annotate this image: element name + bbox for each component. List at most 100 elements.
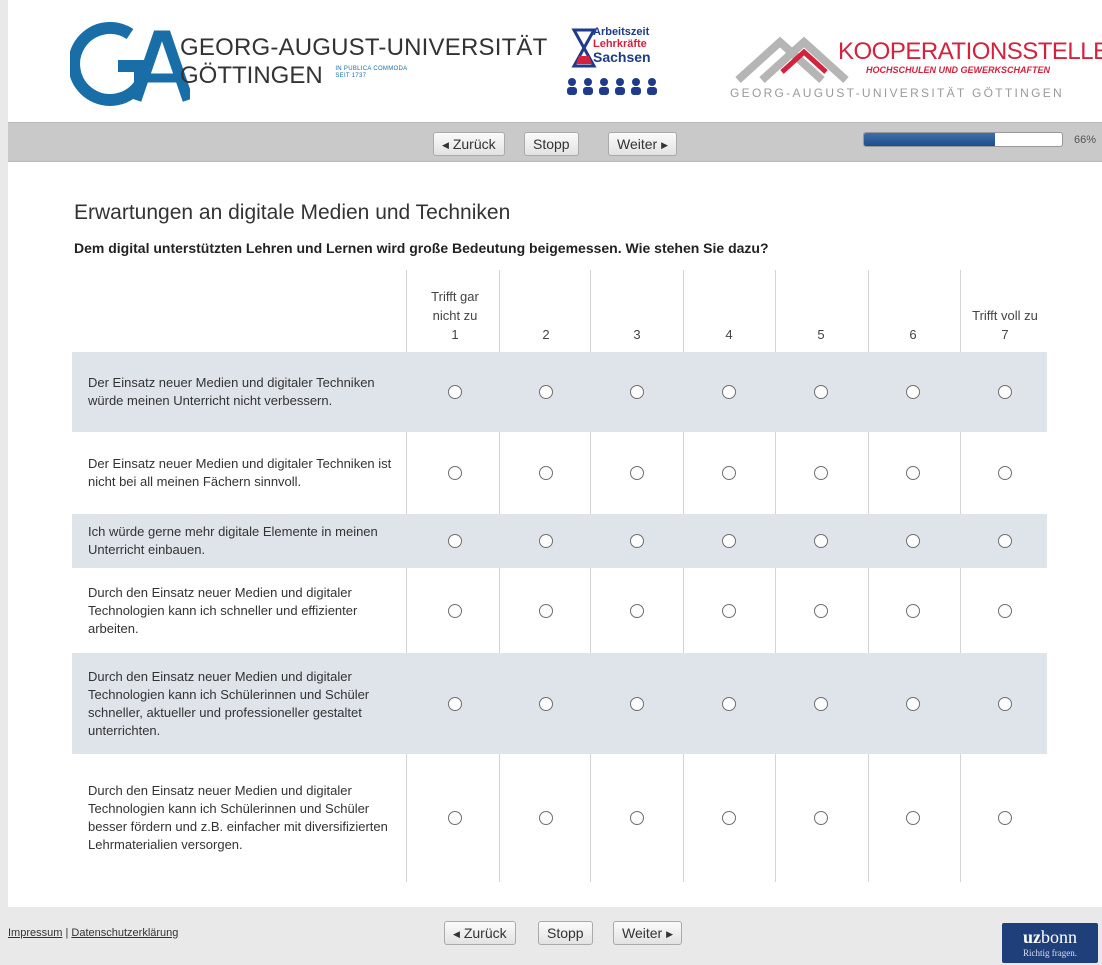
rating-radio-1[interactable]	[448, 466, 462, 480]
rating-radio-7[interactable]	[998, 811, 1012, 825]
scale-number: 4	[725, 327, 733, 342]
rating-radio-1[interactable]	[448, 696, 462, 711]
footer: Impressum | Datenschutzerklärung ◀ Zurüc…	[8, 907, 1102, 965]
rating-radio-5[interactable]	[814, 603, 828, 618]
rating-radio-4[interactable]	[722, 811, 736, 825]
rating-radio-6[interactable]	[906, 385, 920, 399]
rating-radio-3[interactable]	[630, 811, 644, 825]
university-motto: IN PUBLICA COMMODA SEIT 1737	[335, 66, 407, 80]
matrix-row: Durch den Einsatz neuer Medien und digit…	[72, 653, 1047, 754]
scale-low-label: Trifft gar nicht zu	[431, 289, 479, 323]
scale-header-5: 5	[775, 270, 867, 352]
footer-back-button-label: Zurück	[463, 925, 507, 941]
rating-radio-2[interactable]	[539, 811, 553, 825]
university-motto-line1: IN PUBLICA COMMODA	[335, 66, 408, 72]
university-name-line1: GEORG-AUGUST-UNIVERSITÄT	[180, 34, 548, 61]
rating-radio-3[interactable]	[630, 385, 644, 399]
triangle-right-icon: ▶	[666, 929, 674, 939]
rating-radio-7[interactable]	[998, 385, 1012, 399]
next-button-label: Weiter	[617, 136, 658, 152]
scale-number: 6	[909, 327, 917, 342]
header: GEORG-AUGUST-UNIVERSITÄT GÖTTINGEN IN PU…	[8, 0, 1102, 120]
progress-bar-fill	[864, 133, 995, 146]
scale-number: 7	[1001, 327, 1009, 342]
rating-radio-1[interactable]	[448, 385, 462, 399]
rating-radio-7[interactable]	[998, 696, 1012, 711]
rating-radio-4[interactable]	[722, 696, 736, 711]
matrix-row-label: Durch den Einsatz neuer Medien und digit…	[88, 783, 388, 852]
matrix-row-label: Durch den Einsatz neuer Medien und digit…	[88, 584, 358, 636]
scale-header-3: 3	[591, 270, 683, 352]
university-name: GEORG-AUGUST-UNIVERSITÄT GÖTTINGEN IN PU…	[180, 34, 548, 90]
rating-radio-6[interactable]	[906, 534, 920, 548]
rating-radio-6[interactable]	[906, 466, 920, 480]
scale-header-2: 2	[500, 270, 592, 352]
rating-radio-4[interactable]	[722, 534, 736, 548]
rating-radio-2[interactable]	[539, 603, 553, 618]
rating-radio-6[interactable]	[906, 603, 920, 618]
matrix-row: Durch den Einsatz neuer Medien und digit…	[72, 754, 1047, 882]
georg-august-logo	[70, 22, 190, 106]
triangle-left-icon: ◀	[442, 140, 449, 150]
impressum-link[interactable]: Impressum	[8, 927, 62, 939]
back-button[interactable]: ◀ Zurück	[433, 132, 505, 156]
rating-radio-1[interactable]	[448, 811, 462, 825]
triangle-left-icon: ◀	[453, 929, 460, 939]
uzbonn-logo-tagline: Richtig fragen.	[1023, 948, 1077, 958]
scale-number: 1	[451, 327, 459, 342]
scale-header-6: 6	[867, 270, 959, 352]
triangle-right-icon: ▶	[661, 140, 669, 150]
rating-radio-4[interactable]	[722, 603, 736, 618]
next-button[interactable]: Weiter ▶	[608, 132, 678, 156]
rating-radio-3[interactable]	[630, 534, 644, 548]
university-motto-line2: SEIT 1737	[335, 73, 367, 79]
rating-radio-5[interactable]	[814, 811, 828, 825]
matrix-row-label: Durch den Einsatz neuer Medien und digit…	[88, 668, 370, 738]
matrix-row: Ich würde gerne mehr digitale Elemente i…	[72, 514, 1047, 568]
rating-radio-3[interactable]	[630, 696, 644, 711]
footer-stop-button[interactable]: Stopp	[538, 921, 593, 945]
rating-radio-2[interactable]	[539, 534, 553, 548]
footer-next-button-label: Weiter	[622, 925, 663, 941]
rating-radio-3[interactable]	[630, 466, 644, 480]
rating-radio-7[interactable]	[998, 603, 1012, 618]
rating-radio-5[interactable]	[814, 466, 828, 480]
question-title: Erwartungen an digitale Medien und Techn…	[74, 201, 511, 224]
rating-radio-6[interactable]	[906, 811, 920, 825]
stop-button[interactable]: Stopp	[524, 132, 579, 156]
uzbonn-logo: uzbonn Richtig fragen.	[1002, 923, 1098, 963]
rating-radio-7[interactable]	[998, 534, 1012, 548]
rating-radio-1[interactable]	[448, 603, 462, 618]
rating-radio-1[interactable]	[448, 534, 462, 548]
rating-radio-4[interactable]	[722, 385, 736, 399]
rating-radio-5[interactable]	[814, 385, 828, 399]
footer-back-button[interactable]: ◀ Zurück	[444, 921, 516, 945]
question-text: Dem digital unterstützten Lehren und Ler…	[74, 240, 769, 256]
kooperationsstelle-subtitle: HOCHSCHULEN UND GEWERKSCHAFTEN	[866, 65, 1050, 75]
scale-header-4: 4	[683, 270, 775, 352]
kooperationsstelle-title: KOOPERATIONSSTELLE	[838, 38, 1102, 65]
page: GEORG-AUGUST-UNIVERSITÄT GÖTTINGEN IN PU…	[8, 0, 1102, 965]
progress-bar	[863, 132, 1063, 147]
rating-radio-5[interactable]	[814, 534, 828, 548]
scale-header-1: Trifft gar nicht zu 1	[409, 270, 501, 352]
rating-radio-5[interactable]	[814, 696, 828, 711]
footer-next-button[interactable]: Weiter ▶	[613, 921, 683, 945]
rating-radio-6[interactable]	[906, 696, 920, 711]
rating-radio-2[interactable]	[539, 696, 553, 711]
matrix-row: Durch den Einsatz neuer Medien und digit…	[72, 568, 1047, 653]
rating-radio-4[interactable]	[722, 466, 736, 480]
rating-radio-7[interactable]	[998, 466, 1012, 480]
rating-radio-2[interactable]	[539, 466, 553, 480]
matrix-row: Der Einsatz neuer Medien und digitaler T…	[72, 432, 1047, 514]
uzbonn-logo-name: uzbonn	[1023, 927, 1077, 947]
matrix-row: Der Einsatz neuer Medien und digitaler T…	[72, 352, 1047, 432]
university-name-line2: GÖTTINGEN IN PUBLICA COMMODA SEIT 1737	[180, 62, 548, 90]
kooperationsstelle-university: GEORG-AUGUST-UNIVERSITÄT GÖTTINGEN	[730, 86, 1064, 100]
scale-high-label: Trifft voll zu	[972, 308, 1038, 323]
privacy-link[interactable]: Datenschutzerklärung	[71, 927, 178, 939]
rating-radio-3[interactable]	[630, 603, 644, 618]
az-line3: Sachsen	[593, 49, 651, 65]
back-button-label: Zurück	[452, 136, 496, 152]
rating-radio-2[interactable]	[539, 385, 553, 399]
